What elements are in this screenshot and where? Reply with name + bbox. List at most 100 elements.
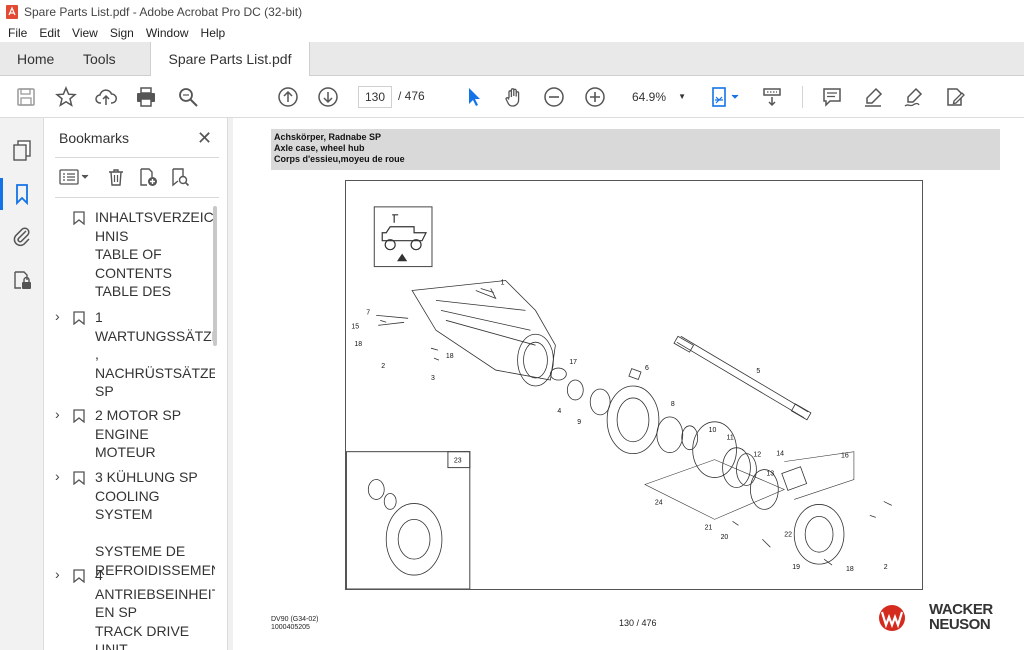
tab-document[interactable]: Spare Parts List.pdf bbox=[150, 42, 310, 77]
bookmark-label: 4 ANTRIEBSEINHEIT EN SP TRACK DRIVE UNIT bbox=[95, 567, 215, 650]
window-title: Spare Parts List.pdf - Adobe Acrobat Pro… bbox=[24, 5, 303, 19]
save-icon bbox=[17, 88, 35, 106]
page-footer-number: 130 / 476 bbox=[619, 618, 657, 628]
part-label: 17 bbox=[569, 359, 577, 366]
part-label: 5 bbox=[756, 368, 760, 375]
doc-number: 1000405205 bbox=[271, 624, 310, 631]
document-view[interactable]: Achskörper, Radnabe SP Axle case, wheel … bbox=[233, 118, 1024, 650]
part-label: 12 bbox=[753, 452, 761, 459]
bookmark-tree: INHALTSVERZEIC HNIS TABLE OF CONTENTS TA… bbox=[45, 208, 215, 650]
bookmark-options-button[interactable] bbox=[57, 166, 93, 188]
close-icon[interactable]: ✕ bbox=[197, 128, 212, 149]
part-label: 18 bbox=[354, 341, 362, 348]
page-total-label: / 476 bbox=[398, 89, 425, 103]
print-button[interactable] bbox=[134, 85, 158, 109]
menu-sign[interactable]: Sign bbox=[110, 26, 134, 40]
bookmark-icon bbox=[16, 184, 28, 205]
zoom-level-select[interactable]: 64.9% ▼ bbox=[626, 86, 690, 108]
bookmarks-scrollbar[interactable] bbox=[213, 206, 217, 346]
tab-home[interactable]: Home bbox=[17, 42, 54, 76]
printer-icon bbox=[137, 87, 155, 107]
highlighter-icon bbox=[865, 87, 883, 107]
bookmark-search-icon bbox=[172, 168, 190, 187]
bookmark-icon bbox=[73, 409, 85, 423]
menu-window[interactable]: Window bbox=[146, 26, 189, 40]
chevron-right-icon[interactable]: › bbox=[55, 566, 60, 582]
bookmarks-title: Bookmarks bbox=[59, 130, 130, 146]
security-button[interactable] bbox=[10, 268, 34, 292]
page-footer-model: DV90 (G34-02) 1000405205 bbox=[271, 616, 318, 632]
chevron-right-icon[interactable]: › bbox=[55, 468, 60, 484]
bookmark-label: INHALTSVERZEIC HNIS TABLE OF CONTENTS TA… bbox=[95, 209, 214, 299]
pen-sign-icon bbox=[904, 87, 923, 107]
part-label: 3 bbox=[431, 375, 435, 382]
page-thumbnails-button[interactable] bbox=[10, 138, 34, 162]
part-label: 20 bbox=[721, 534, 729, 541]
part-label: 21 bbox=[705, 524, 713, 531]
chevron-down-icon: ▼ bbox=[678, 92, 686, 101]
part-label: 15 bbox=[351, 323, 359, 330]
chevron-right-icon[interactable]: › bbox=[55, 308, 60, 324]
attachments-button[interactable] bbox=[10, 224, 34, 248]
delete-bookmark-button[interactable] bbox=[105, 166, 127, 188]
page-display-button[interactable] bbox=[708, 85, 742, 109]
part-label: 18 bbox=[846, 566, 854, 573]
brand-name-line1: WACKER bbox=[929, 601, 993, 618]
divider bbox=[55, 197, 219, 198]
new-bookmark-button[interactable] bbox=[137, 166, 159, 188]
page-number-input[interactable]: 130 bbox=[358, 86, 392, 108]
page-fit-icon bbox=[712, 87, 739, 107]
tab-tools[interactable]: Tools bbox=[83, 42, 116, 76]
bookmark-label: 2 MOTOR SP ENGINE MOTEUR bbox=[95, 407, 182, 460]
bookmarks-toolbar bbox=[45, 162, 227, 192]
wacker-neuson-logo: WACKER NEUSON bbox=[877, 602, 1007, 632]
plus-circle-icon bbox=[585, 87, 605, 107]
scroll-mode-icon bbox=[763, 88, 781, 107]
bookmarks-panel-button[interactable] bbox=[0, 178, 34, 210]
edit-document-icon bbox=[947, 88, 965, 106]
comment-button[interactable] bbox=[820, 85, 844, 109]
part-label: 10 bbox=[709, 427, 717, 434]
bookmark-star-button[interactable] bbox=[54, 85, 78, 109]
find-bookmark-button[interactable] bbox=[169, 166, 191, 188]
brand-name-line2: NEUSON bbox=[929, 616, 991, 633]
add-bookmark-icon bbox=[140, 168, 157, 186]
hand-icon bbox=[505, 88, 520, 107]
zoom-level-value: 64.9% bbox=[632, 90, 667, 104]
part-label: 7 bbox=[366, 309, 370, 316]
edit-pdf-button[interactable] bbox=[943, 85, 967, 109]
next-page-button[interactable] bbox=[316, 85, 340, 109]
previous-page-button[interactable] bbox=[276, 85, 300, 109]
part-label: 4 bbox=[557, 408, 561, 415]
part-label: 19 bbox=[792, 564, 800, 571]
select-tool-button[interactable] bbox=[462, 85, 486, 109]
tab-bar: Home Tools Spare Parts List.pdf bbox=[0, 42, 1024, 77]
save-button[interactable] bbox=[14, 85, 38, 109]
menu-file[interactable]: File bbox=[8, 26, 27, 40]
scrolling-mode-button[interactable] bbox=[760, 85, 784, 109]
menu-bar: File Edit View Sign Window Help bbox=[0, 24, 1024, 42]
part-label: 1 bbox=[501, 279, 505, 286]
exploded-parts-drawing: 1 7 15 18 2 3 18 17 6 5 4 9 8 10 11 12 1… bbox=[345, 180, 923, 590]
bookmark-icon bbox=[73, 569, 85, 583]
part-label: 22 bbox=[784, 531, 792, 538]
brand-logo-icon bbox=[879, 605, 905, 631]
menu-view[interactable]: View bbox=[72, 26, 98, 40]
bookmark-label: 1 WARTUNGSSÄTZE , NACHRÜSTSÄTZE SP bbox=[95, 309, 215, 399]
fill-sign-button[interactable] bbox=[902, 85, 926, 109]
zoom-in-button[interactable] bbox=[583, 85, 607, 109]
zoom-out-button[interactable] bbox=[542, 85, 566, 109]
part-label: 24 bbox=[655, 499, 663, 506]
part-label: 6 bbox=[645, 365, 649, 372]
header-line-fr: Corps d'essieu,moyeu de roue bbox=[274, 154, 405, 164]
hand-tool-button[interactable] bbox=[502, 85, 526, 109]
upload-cloud-button[interactable] bbox=[94, 85, 118, 109]
menu-help[interactable]: Help bbox=[201, 26, 226, 40]
pages-icon bbox=[13, 140, 31, 161]
highlight-button[interactable] bbox=[861, 85, 885, 109]
search-button[interactable] bbox=[176, 85, 200, 109]
menu-edit[interactable]: Edit bbox=[39, 26, 60, 40]
part-label: 11 bbox=[727, 435, 734, 442]
chevron-right-icon[interactable]: › bbox=[55, 406, 60, 422]
toolbar-divider bbox=[802, 86, 803, 108]
